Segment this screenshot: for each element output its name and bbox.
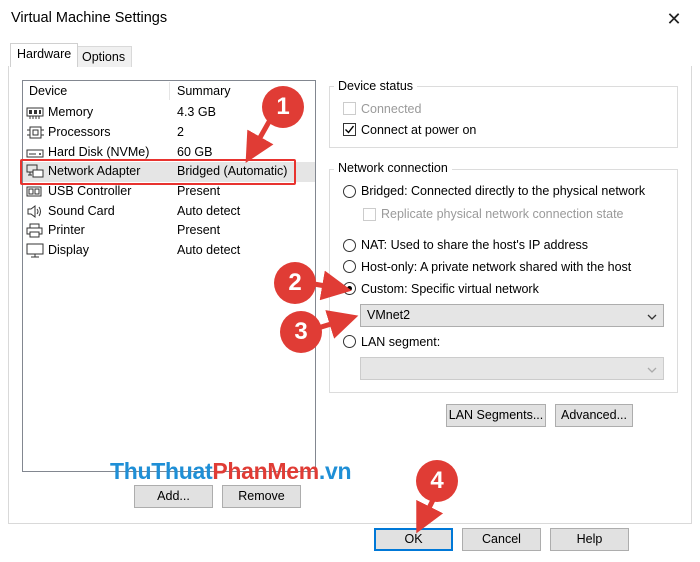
device-summary: Present (177, 223, 221, 237)
watermark-part: .vn (318, 458, 352, 484)
close-icon[interactable]: ✕ (660, 6, 688, 32)
chevron-down-icon (647, 314, 657, 320)
help-button[interactable]: Help (550, 528, 629, 551)
network-connection-title: Network connection (334, 161, 452, 175)
connected-checkbox[interactable] (343, 102, 356, 115)
connected-label: Connected (361, 102, 422, 116)
column-header-summary[interactable]: Summary (177, 84, 230, 98)
column-header-device[interactable]: Device (29, 84, 67, 98)
lan-segments-button[interactable]: LAN Segments... (446, 404, 546, 427)
lan-segment-radio[interactable] (343, 335, 356, 348)
device-name: Memory (48, 105, 94, 119)
step-4-badge: 4 (416, 460, 458, 502)
device-summary: Auto detect (177, 204, 241, 218)
bridged-radio[interactable] (343, 185, 356, 198)
hard-disk-icon (26, 149, 44, 158)
ok-button[interactable]: OK (374, 528, 453, 551)
replicate-checkbox[interactable] (363, 208, 376, 221)
printer-icon (26, 223, 43, 238)
remove-button[interactable]: Remove (222, 485, 301, 508)
host-only-label: Host-only: A private network shared with… (361, 260, 632, 274)
device-row-processors[interactable]: Processors 2 (23, 123, 315, 143)
monitor-icon (26, 243, 44, 258)
device-summary: Auto detect (177, 243, 241, 257)
connect-at-power-on-checkbox[interactable] (343, 123, 356, 136)
add-button[interactable]: Add... (134, 485, 213, 508)
custom-label: Custom: Specific virtual network (361, 282, 539, 296)
device-row-display[interactable]: Display Auto detect (23, 241, 315, 261)
lan-segment-label: LAN segment: (361, 335, 441, 349)
device-row-sound-card[interactable]: Sound Card Auto detect (23, 202, 315, 222)
custom-radio[interactable] (343, 282, 356, 295)
device-row-printer[interactable]: Printer Present (23, 221, 315, 241)
nat-radio[interactable] (343, 239, 356, 252)
custom-network-select[interactable]: VMnet2 (360, 304, 664, 327)
device-row-usb-controller[interactable]: USB Controller Present (23, 182, 315, 202)
speaker-icon (27, 205, 41, 218)
column-divider (169, 82, 170, 100)
memory-icon (26, 107, 44, 119)
watermark-part: Mem (267, 458, 319, 484)
device-name: Processors (48, 125, 111, 139)
device-status-title: Device status (334, 79, 418, 93)
chevron-down-icon (647, 367, 657, 373)
bridged-label: Bridged: Connected directly to the physi… (361, 184, 646, 198)
cancel-button[interactable]: Cancel (462, 528, 541, 551)
processor-icon (27, 126, 44, 139)
host-only-radio[interactable] (343, 260, 356, 273)
device-summary: 4.3 GB (177, 105, 216, 119)
tab-options[interactable]: Options (75, 46, 133, 67)
checkmark-icon (345, 125, 355, 134)
device-name: Hard Disk (NVMe) (48, 145, 150, 159)
custom-network-value: VMnet2 (367, 308, 411, 322)
step-1-badge: 1 (262, 86, 304, 128)
advanced-button[interactable]: Advanced... (555, 404, 633, 427)
watermark-logo: ThuThuatPhanMem.vn (110, 458, 352, 485)
device-summary: Present (177, 184, 221, 198)
connect-at-power-on-label: Connect at power on (361, 123, 477, 137)
step-2-badge: 2 (274, 262, 316, 304)
device-status-group (329, 86, 678, 148)
usb-icon (26, 186, 42, 197)
device-name: Sound Card (48, 204, 115, 218)
tab-hardware[interactable]: Hardware (10, 43, 79, 67)
window-title: Virtual Machine Settings (11, 10, 168, 26)
watermark-part: Thuat (151, 458, 213, 484)
watermark-part: Thu (110, 458, 152, 484)
device-name: Display (48, 243, 89, 257)
device-summary: 2 (177, 125, 184, 139)
device-name: Printer (48, 223, 85, 237)
step-3-badge: 3 (280, 311, 322, 353)
watermark-part: Phan (212, 458, 268, 484)
device-summary: 60 GB (177, 145, 213, 159)
highlight-box-network-adapter (20, 159, 296, 185)
nat-label: NAT: Used to share the host's IP address (361, 238, 589, 252)
device-name: USB Controller (48, 184, 132, 198)
lan-segment-select[interactable] (360, 357, 664, 380)
replicate-label: Replicate physical network connection st… (381, 207, 624, 221)
